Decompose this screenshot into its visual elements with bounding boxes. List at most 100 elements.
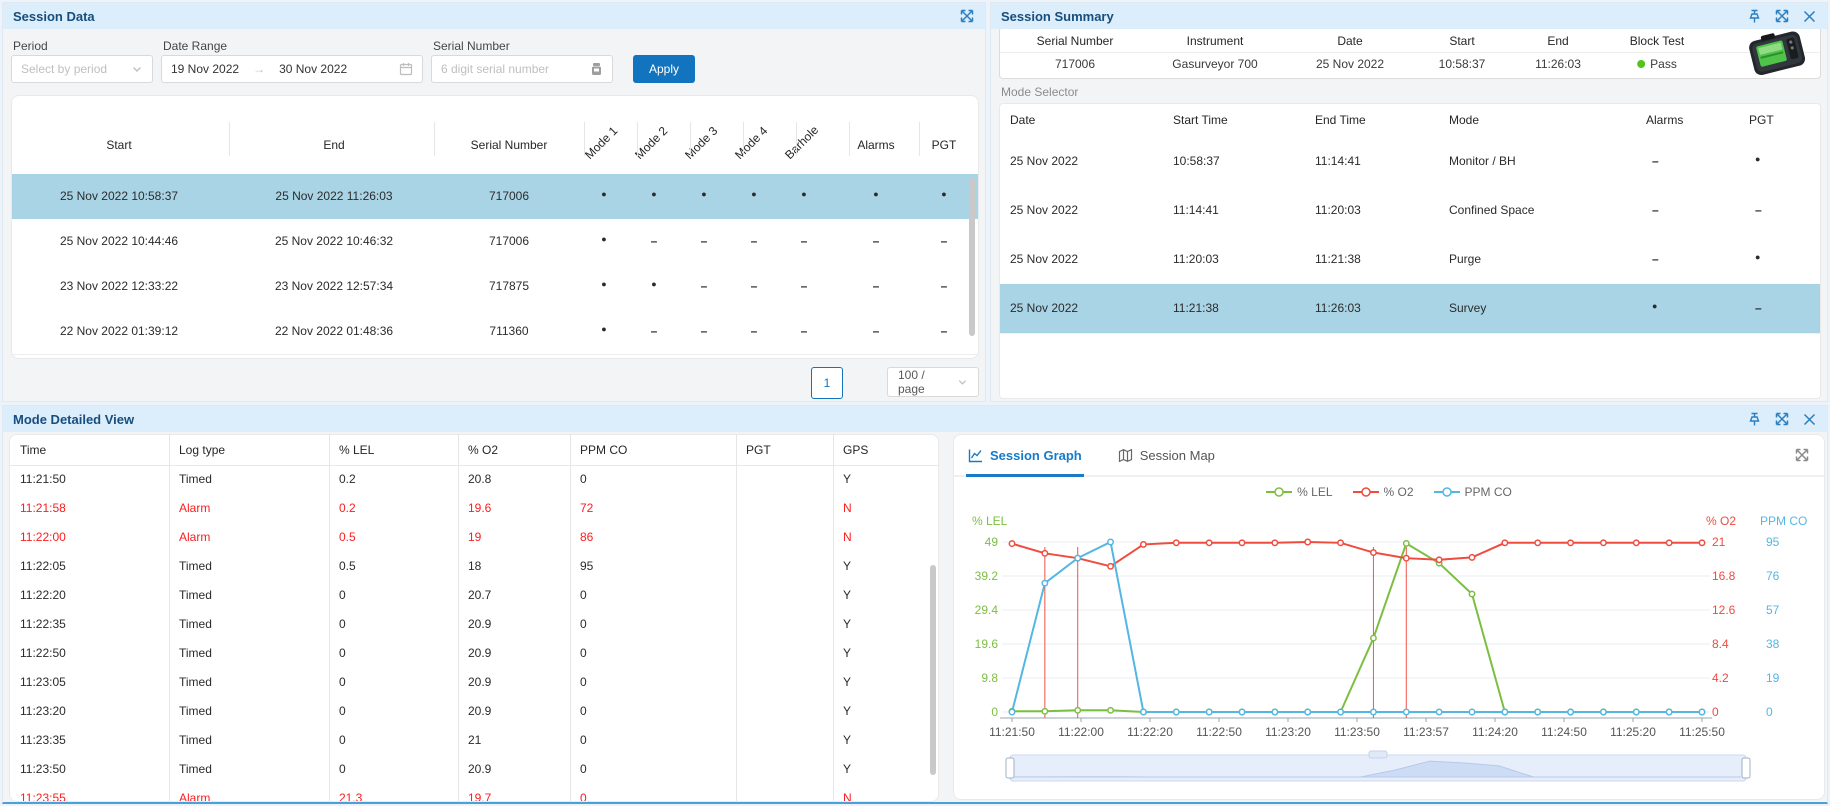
summary-header: Date: [1337, 34, 1362, 48]
log-lel: 0.5: [339, 530, 356, 544]
mode-row[interactable]: 25 Nov 202211:20:0311:21:38Purge–●: [1000, 235, 1820, 285]
log-lel: 0: [339, 704, 346, 718]
log-o2: 20.7: [468, 588, 491, 602]
close-icon[interactable]: [1802, 9, 1817, 24]
flag-cell: –: [751, 324, 758, 338]
log-time: 11:22:00: [20, 530, 66, 544]
log-co: 95: [580, 559, 593, 573]
mode-date: 25 Nov 2022: [1010, 154, 1078, 168]
svg-text:11:21:50: 11:21:50: [989, 725, 1035, 739]
mode-row[interactable]: 25 Nov 202210:58:3711:14:41Monitor / BH–…: [1000, 137, 1820, 187]
alarms-flag: –: [1652, 203, 1659, 217]
log-row[interactable]: 11:23:55Alarm21.319.70N: [10, 784, 938, 802]
close-icon[interactable]: [1802, 412, 1817, 427]
log-row[interactable]: 11:23:35Timed0210Y: [10, 726, 938, 756]
session-row[interactable]: 25 Nov 2022 10:44:4625 Nov 2022 10:46:32…: [12, 219, 978, 265]
legend-item[interactable]: % O2: [1353, 485, 1414, 499]
log-o2: 20.8: [468, 472, 491, 486]
log-row[interactable]: 11:21:58Alarm0.219.672N: [10, 494, 938, 524]
page-size-select[interactable]: 100 / page: [887, 367, 979, 397]
period-select[interactable]: Select by period: [11, 55, 153, 83]
tab-label: Session Map: [1140, 448, 1215, 463]
scrollbar[interactable]: [969, 178, 975, 336]
tab-session-map[interactable]: Session Map: [1118, 435, 1215, 475]
flag-cell: –: [801, 324, 808, 338]
mode-name: Confined Space: [1449, 203, 1534, 217]
log-row[interactable]: 11:21:50Timed0.220.80Y: [10, 465, 938, 495]
log-row[interactable]: 11:23:20Timed020.90Y: [10, 697, 938, 727]
session-data-panel-header: Session Data: [3, 3, 985, 29]
serial-number-input[interactable]: 6 digit serial number: [431, 55, 613, 83]
log-lel: 0: [339, 733, 346, 747]
svg-text:11:22:00: 11:22:00: [1058, 725, 1104, 739]
zoom-grip[interactable]: [1369, 751, 1387, 758]
column-separator: [229, 122, 230, 156]
column-separator: [736, 435, 737, 801]
log-row[interactable]: 11:23:05Timed020.90Y: [10, 668, 938, 698]
svg-text:% LEL: % LEL: [972, 514, 1008, 528]
legend-label: % O2: [1384, 485, 1414, 499]
session-row[interactable]: 25 Nov 2022 10:58:3725 Nov 2022 11:26:03…: [12, 174, 978, 220]
session-summary-panel: Session Summary Serial NumberInstrumentD…: [990, 2, 1828, 402]
log-time: 11:22:50: [20, 646, 66, 660]
log-row[interactable]: 11:22:00Alarm0.51986N: [10, 523, 938, 553]
column-separator: [637, 122, 638, 156]
svg-text:11:22:20: 11:22:20: [1127, 725, 1173, 739]
legend-item[interactable]: PPM CO: [1434, 485, 1512, 499]
log-lel: 0: [339, 762, 346, 776]
session-row[interactable]: 22 Nov 2022 01:39:1222 Nov 2022 01:48:36…: [12, 309, 978, 355]
flag-cell: ●: [651, 189, 656, 199]
zoom-handle-right[interactable]: [1742, 758, 1750, 778]
expand-icon[interactable]: [1774, 411, 1790, 427]
flag-cell: ●: [601, 279, 606, 289]
zoom-brush[interactable]: [1010, 755, 1746, 781]
mode-end-time: 11:21:38: [1315, 252, 1361, 266]
log-row[interactable]: 11:22:50Timed020.90Y: [10, 639, 938, 669]
alarms-flag: ●: [1652, 301, 1657, 311]
apply-button[interactable]: Apply: [633, 55, 695, 83]
svg-text:29.4: 29.4: [975, 603, 999, 617]
log-time: 11:21:58: [20, 501, 66, 515]
mode-row[interactable]: 25 Nov 202211:21:3811:26:03Survey●–: [1000, 284, 1820, 334]
legend-item[interactable]: % LEL: [1266, 485, 1332, 499]
scrollbar[interactable]: [930, 565, 936, 775]
svg-text:11:23:50: 11:23:50: [1334, 725, 1380, 739]
session-start: 25 Nov 2022 10:58:37: [60, 189, 178, 203]
flag-cell: ●: [601, 324, 606, 334]
tab-session-graph[interactable]: Session Graph: [968, 435, 1082, 475]
session-row[interactable]: 23 Nov 2022 12:33:2223 Nov 2022 12:57:34…: [12, 264, 978, 310]
expand-icon[interactable]: [959, 8, 975, 24]
log-row[interactable]: 11:22:05Timed0.51895Y: [10, 552, 938, 582]
mode-detailed-title: Mode Detailed View: [13, 412, 134, 427]
log-lel: 0.5: [339, 559, 356, 573]
svg-text:0: 0: [1766, 705, 1773, 719]
date-range-input[interactable]: 19 Nov 2022 → 30 Nov 2022: [161, 55, 423, 83]
mode-end-time: 11:14:41: [1315, 154, 1361, 168]
detail-table-header: TimeLog type% LEL% O2PPM COPGTGPS: [10, 435, 938, 466]
expand-icon[interactable]: [1794, 447, 1810, 463]
column-separator: [833, 435, 834, 801]
log-o2: 20.9: [468, 646, 491, 660]
svg-text:4.2: 4.2: [1712, 671, 1729, 685]
flag-cell: ●: [751, 189, 756, 199]
expand-icon[interactable]: [1774, 8, 1790, 24]
log-row[interactable]: 11:23:50Timed020.90Y: [10, 755, 938, 785]
pin-icon[interactable]: [1747, 9, 1762, 24]
flag-cell: ●: [601, 189, 606, 199]
log-row[interactable]: 11:22:20Timed020.70Y: [10, 581, 938, 611]
log-co: 0: [580, 733, 587, 747]
column-separator: [849, 122, 850, 156]
log-row[interactable]: 11:22:35Timed020.90Y: [10, 610, 938, 640]
pin-icon[interactable]: [1747, 412, 1762, 427]
pagination-page-button[interactable]: 1: [811, 367, 843, 399]
period-placeholder: Select by period: [21, 62, 107, 76]
instrument-image: [1735, 29, 1817, 77]
zoom-handle-left[interactable]: [1006, 758, 1014, 778]
log-o2: 20.9: [468, 675, 491, 689]
date-range-label: Date Range: [163, 39, 227, 53]
log-log: Timed: [179, 472, 212, 486]
mode-row[interactable]: 25 Nov 202211:14:4111:20:03Confined Spac…: [1000, 186, 1820, 236]
column-separator: [434, 122, 435, 156]
log-log: Timed: [179, 733, 212, 747]
column-header: Alarms: [1646, 113, 1683, 127]
